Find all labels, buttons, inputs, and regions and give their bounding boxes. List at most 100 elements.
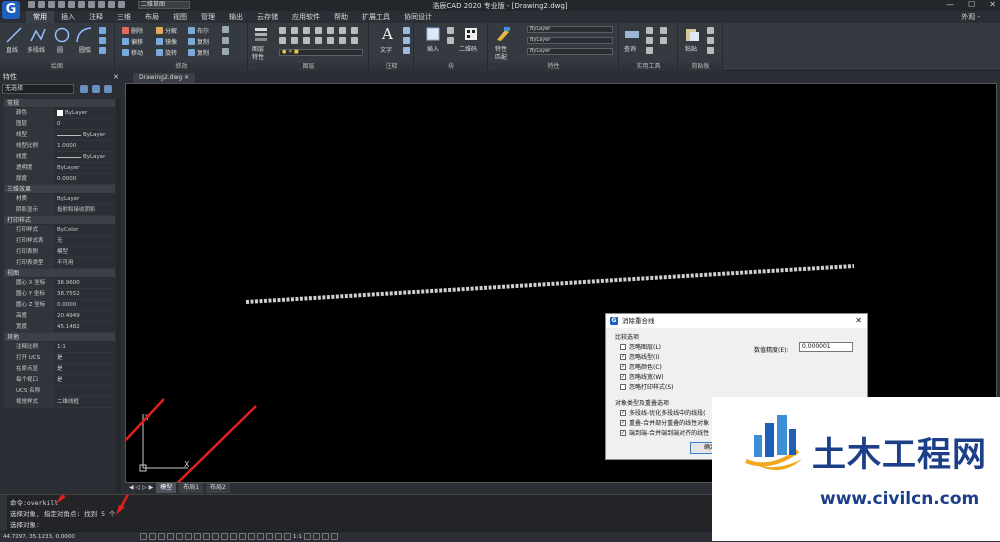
layer-match-icon[interactable] xyxy=(339,27,346,34)
lineweight-combo[interactable]: ByLayer xyxy=(527,48,613,55)
tab-annotate[interactable]: 注释 xyxy=(82,11,110,23)
match-button[interactable]: 匹配 xyxy=(495,52,507,61)
property-row[interactable]: 在原点显是 xyxy=(4,364,115,375)
property-value[interactable]: 是 xyxy=(54,364,115,374)
app-logo[interactable]: G xyxy=(2,1,20,19)
tab-extensions[interactable]: 扩展工具 xyxy=(355,11,397,23)
layer-off-icon[interactable] xyxy=(303,27,310,34)
ignore-lineweight-checkbox[interactable]: ✓ 忽略线宽(W) xyxy=(620,372,664,381)
paste-button[interactable]: 粘贴 xyxy=(685,44,697,53)
property-value[interactable]: 0 xyxy=(54,119,115,129)
quick-select-icon[interactable] xyxy=(104,85,112,93)
polyline-button[interactable]: 多段线 xyxy=(27,45,45,54)
isolate-icon[interactable] xyxy=(321,533,329,540)
property-value[interactable]: 0.0000 xyxy=(54,300,115,310)
property-row[interactable]: 打印样式表无 xyxy=(4,236,115,247)
layer-lock-icon[interactable] xyxy=(327,27,334,34)
insert-button[interactable]: 插入 xyxy=(427,44,439,53)
property-value[interactable]: 投射和接收阴影 xyxy=(54,205,115,215)
text-button[interactable]: 文字 xyxy=(380,45,392,54)
offset-button[interactable]: 偏移 xyxy=(122,37,143,46)
combine-endtoend-checkbox[interactable]: ✓ 端到端-合并端到端对齐的线性 xyxy=(620,428,709,437)
property-row[interactable]: 阴影显示 投射和接收阴影 xyxy=(4,205,115,216)
tab-insert[interactable]: 插入 xyxy=(54,11,82,23)
polyline-icon[interactable] xyxy=(30,27,46,43)
property-value[interactable]: ByLayer xyxy=(54,194,115,204)
dimension-icon[interactable] xyxy=(403,27,410,34)
mirror-button[interactable]: 镜像 xyxy=(156,37,177,46)
hatch-icon[interactable] xyxy=(99,37,106,44)
layer-combo[interactable]: ● ☀ ■ xyxy=(279,49,363,56)
qp-icon[interactable] xyxy=(230,533,237,540)
property-value[interactable]: ByColor xyxy=(54,225,115,235)
copy-button[interactable]: 复制 xyxy=(188,37,209,46)
arc-icon[interactable] xyxy=(76,27,92,43)
snap-icon[interactable] xyxy=(140,533,147,540)
document-tab[interactable]: Drawing2.dwg ✕ xyxy=(133,73,196,83)
maximize-button[interactable]: ☐ xyxy=(968,0,975,9)
ortho-icon[interactable] xyxy=(158,533,165,540)
leader-icon[interactable] xyxy=(403,37,410,44)
property-row[interactable]: 宽度 45.1482 xyxy=(4,322,115,333)
ignore-plotstyle-checkbox[interactable]: 忽略打印样式(S) xyxy=(620,382,674,391)
array-icon[interactable] xyxy=(222,48,229,55)
property-row[interactable]: 打印表附 模型 xyxy=(4,247,115,258)
extend-icon[interactable] xyxy=(222,37,229,44)
transparency-icon[interactable] xyxy=(221,533,228,540)
ignore-layer-checkbox[interactable]: 忽略图层(L) xyxy=(620,342,661,351)
circle-button[interactable]: 圆 xyxy=(57,45,63,54)
create-block-icon[interactable] xyxy=(447,27,454,34)
optimize-polyline-checkbox[interactable]: ✓ 多段线-优化多段线中的线段( xyxy=(620,408,706,417)
layer-icon[interactable] xyxy=(253,26,269,42)
id-point-icon[interactable] xyxy=(646,27,653,34)
area-icon[interactable] xyxy=(646,47,653,54)
property-value[interactable]: 45.1482 xyxy=(54,322,115,332)
layer-on-icon[interactable] xyxy=(339,37,346,44)
property-row[interactable]: 打印样式 ByColor xyxy=(4,225,115,236)
match-properties-icon[interactable] xyxy=(495,26,511,42)
qrcode-button[interactable]: 二维码 xyxy=(459,44,477,53)
copy-clip-icon[interactable] xyxy=(707,27,714,34)
layer-iso-icon[interactable] xyxy=(291,27,298,34)
arc-button[interactable]: 圆弧 xyxy=(79,45,91,54)
property-row[interactable]: 圆心 X 坐标 36.9600 xyxy=(4,278,115,289)
property-value[interactable]: ByLayer xyxy=(54,163,115,173)
layer-walk-icon[interactable] xyxy=(279,37,286,44)
tab-cloud[interactable]: 云存储 xyxy=(250,11,285,23)
property-row[interactable]: 线宽 ByLayer xyxy=(4,152,115,163)
close-button[interactable]: ✕ xyxy=(989,0,996,9)
measure-icon[interactable] xyxy=(624,26,640,42)
tab-model[interactable]: 模型 xyxy=(156,483,177,493)
ducs-icon[interactable] xyxy=(194,533,201,540)
layer-state-icon[interactable] xyxy=(279,27,286,34)
property-row[interactable]: 线型比例 1.0000 xyxy=(4,141,115,152)
property-row[interactable]: 透明度 ByLayer xyxy=(4,163,115,174)
property-section-header[interactable]: 视图 xyxy=(4,269,115,278)
property-row[interactable]: 圆心 Y 坐标 38.7552 xyxy=(4,289,115,300)
erase-button[interactable]: 删除 xyxy=(122,26,143,35)
tab-3d[interactable]: 三维 xyxy=(110,11,138,23)
property-value[interactable]: ByLayer xyxy=(54,152,115,162)
property-row[interactable]: 打开 UCS 是 xyxy=(4,353,115,364)
tab-view[interactable]: 视图 xyxy=(166,11,194,23)
scale-readout[interactable]: 1:1 xyxy=(293,533,302,541)
layout-nav-icon[interactable]: ◀ ◁ ▷ ▶ xyxy=(129,483,153,493)
color-combo[interactable]: ByLayer xyxy=(527,26,613,33)
workspace-icon[interactable] xyxy=(303,533,311,540)
property-row[interactable]: 材质 ByLayer xyxy=(4,194,115,205)
property-section-header[interactable]: 其他 xyxy=(4,333,115,342)
dyn-icon[interactable] xyxy=(203,533,210,540)
layer-props-button[interactable]: 特性 xyxy=(252,52,264,61)
palette-close-icon[interactable]: ✕ xyxy=(113,72,119,82)
property-row[interactable]: 厚度 0.0000 xyxy=(4,174,115,185)
property-value[interactable]: 是 xyxy=(54,353,115,363)
property-row[interactable]: 颜色 ByLayer xyxy=(4,108,115,119)
list-icon[interactable] xyxy=(660,27,667,34)
property-value[interactable]: 1:1 xyxy=(54,342,115,352)
table-icon[interactable] xyxy=(403,47,410,54)
line-button[interactable]: 直线 xyxy=(6,45,18,54)
tab-manage[interactable]: 管理 xyxy=(194,11,222,23)
property-value[interactable]: ByLayer xyxy=(54,108,115,118)
combine-overlap-checkbox[interactable]: ✓ 重叠-合并部分重叠的线性对象 xyxy=(620,418,709,427)
property-row[interactable]: 每个视口是 xyxy=(4,375,115,386)
